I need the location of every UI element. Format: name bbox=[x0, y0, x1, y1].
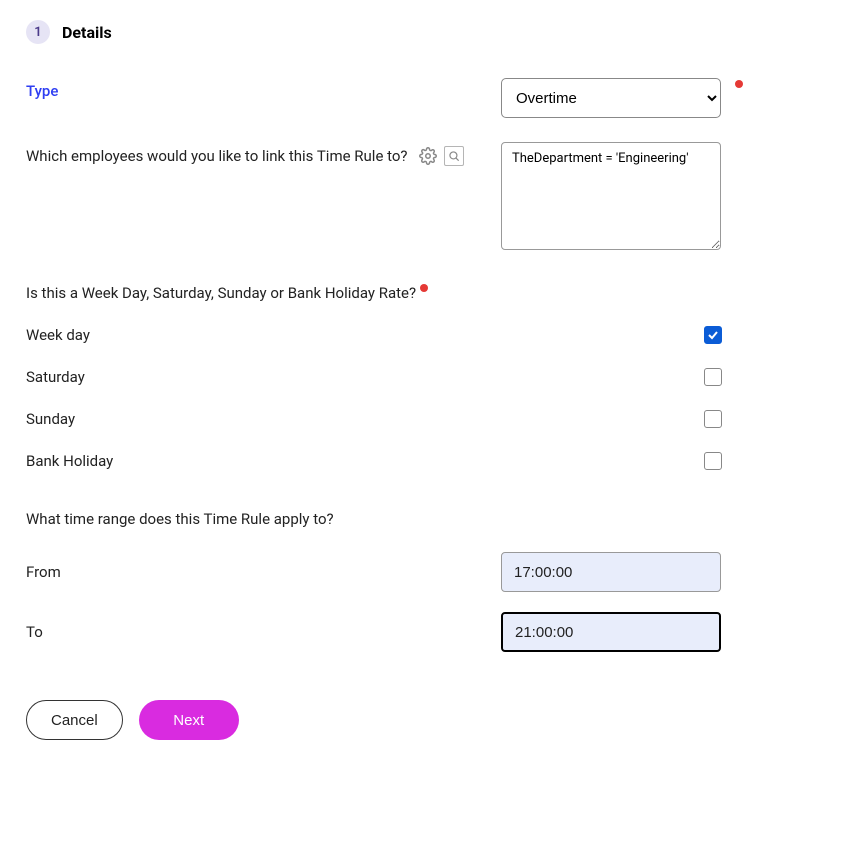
bank-holiday-label: Bank Holiday bbox=[26, 452, 113, 470]
from-label: From bbox=[26, 563, 501, 581]
type-label[interactable]: Type bbox=[26, 82, 58, 100]
rate-question-label: Is this a Week Day, Saturday, Sunday or … bbox=[26, 284, 416, 302]
to-label: To bbox=[26, 623, 501, 641]
weekday-row: Week day bbox=[26, 326, 722, 344]
type-select[interactable]: Overtime bbox=[501, 78, 721, 118]
bank-holiday-checkbox[interactable] bbox=[704, 452, 722, 470]
from-time-row: From bbox=[26, 552, 746, 592]
gear-icon[interactable] bbox=[418, 146, 438, 166]
saturday-label: Saturday bbox=[26, 368, 85, 386]
employee-link-question: Which employees would you like to link t… bbox=[26, 147, 408, 165]
weekday-label: Week day bbox=[26, 326, 90, 344]
button-row: Cancel Next bbox=[26, 700, 826, 740]
employee-filter-textarea[interactable] bbox=[501, 142, 721, 250]
to-time-row: To bbox=[26, 612, 746, 652]
next-button[interactable]: Next bbox=[139, 700, 239, 740]
time-range-question-label: What time range does this Time Rule appl… bbox=[26, 510, 334, 528]
type-row: Type Overtime bbox=[26, 78, 826, 118]
time-range-question: What time range does this Time Rule appl… bbox=[26, 510, 826, 528]
sunday-label: Sunday bbox=[26, 410, 75, 428]
from-time-input[interactable] bbox=[501, 552, 721, 592]
to-time-input[interactable] bbox=[501, 612, 721, 652]
search-document-icon[interactable] bbox=[444, 146, 464, 166]
saturday-row: Saturday bbox=[26, 368, 722, 386]
step-title: Details bbox=[62, 23, 112, 42]
saturday-checkbox[interactable] bbox=[704, 368, 722, 386]
weekday-checkbox[interactable] bbox=[704, 326, 722, 344]
required-indicator bbox=[420, 284, 428, 292]
rate-question-row: Is this a Week Day, Saturday, Sunday or … bbox=[26, 284, 826, 302]
step-header: 1 Details bbox=[26, 20, 826, 44]
bank-holiday-row: Bank Holiday bbox=[26, 452, 722, 470]
required-indicator bbox=[735, 80, 743, 88]
sunday-row: Sunday bbox=[26, 410, 722, 428]
employee-link-row: Which employees would you like to link t… bbox=[26, 142, 826, 250]
sunday-checkbox[interactable] bbox=[704, 410, 722, 428]
step-number-badge: 1 bbox=[26, 20, 50, 44]
cancel-button[interactable]: Cancel bbox=[26, 700, 123, 740]
